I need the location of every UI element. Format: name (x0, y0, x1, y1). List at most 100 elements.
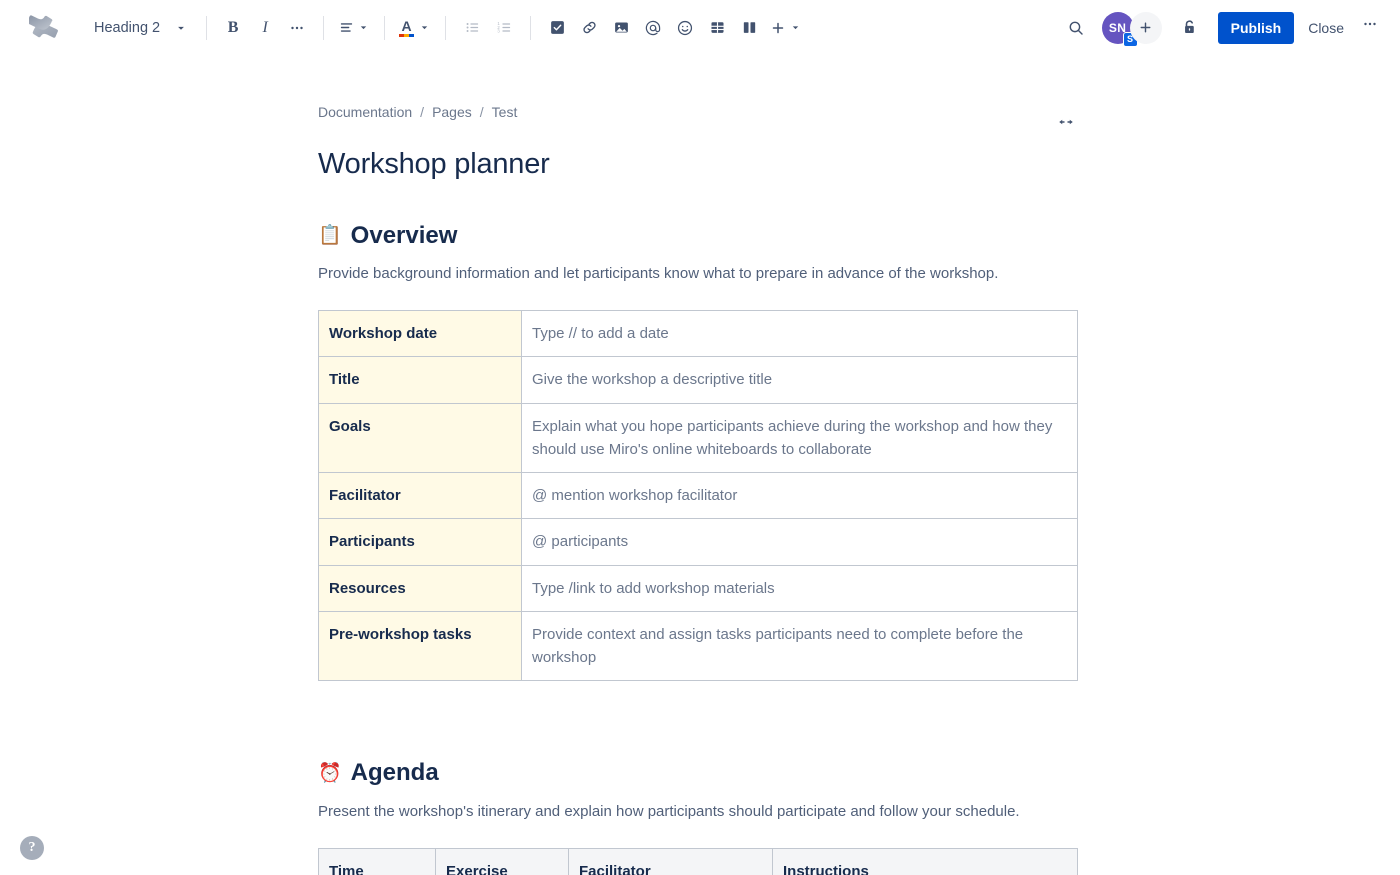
column-header-exercise[interactable]: Exercise (435, 847, 569, 875)
text-color-label: A (401, 17, 412, 34)
toolbar-divider (384, 15, 386, 40)
text-color-button[interactable]: A (395, 12, 435, 44)
restrictions-button[interactable] (1174, 12, 1206, 44)
overview-table[interactable]: Workshop date Type // to add a date Titl… (318, 310, 1078, 682)
chevron-down-icon (357, 21, 370, 34)
emoji-button[interactable] (669, 12, 701, 44)
clipboard-emoji-icon: 📋 (318, 225, 342, 247)
bullet-list-icon (466, 22, 478, 33)
table-row[interactable]: Goals Explain what you hope participants… (318, 402, 1078, 474)
bullet-list-button[interactable] (456, 12, 488, 44)
table-cell-value[interactable]: @ participants (521, 518, 1078, 566)
help-button[interactable]: ? (20, 836, 44, 860)
text-align-icon (340, 23, 353, 32)
column-header-instructions[interactable]: Instructions (772, 847, 1078, 875)
more-formatting-button[interactable] (281, 12, 313, 44)
text-style-label: Heading 2 (94, 19, 161, 36)
section-heading-agenda: ⏰ Agenda (318, 759, 1078, 787)
page-title[interactable]: Workshop planner (318, 147, 1078, 182)
add-collaborator-button[interactable] (1129, 11, 1162, 44)
table-cell-key[interactable]: Facilitator (318, 472, 522, 520)
table-row[interactable]: Title Give the workshop a descriptive ti… (318, 356, 1078, 404)
page-content: Documentation / Pages / Test Workshop pl… (318, 56, 1078, 875)
unlocked-padlock-icon (1185, 20, 1194, 34)
table-cell-key[interactable]: Workshop date (318, 310, 522, 358)
chevron-down-icon (174, 21, 188, 35)
more-actions-button[interactable] (1354, 12, 1386, 44)
table-cell-value[interactable]: Type // to add a date (521, 310, 1078, 358)
mention-button[interactable] (637, 12, 669, 44)
agenda-table-head: Time Exercise Facilitator Instructions (318, 847, 1078, 875)
link-icon (583, 21, 596, 34)
search-button[interactable] (1060, 12, 1092, 44)
toolbar-divider (445, 15, 447, 40)
toolbar-divider (323, 15, 325, 40)
task-list-button[interactable] (541, 12, 573, 44)
overview-description: Provide background information and let p… (318, 265, 999, 283)
table-row[interactable]: Resources Type /link to add workshop mat… (318, 564, 1078, 612)
breadcrumb-separator: / (479, 104, 484, 120)
section-heading-label: Overview (350, 221, 458, 249)
section-heading-label: Agenda (350, 759, 439, 787)
breadcrumb-item-documentation[interactable]: Documentation (318, 104, 412, 120)
italic-button[interactable]: I (249, 12, 281, 44)
table-cell-value[interactable]: Provide context and assign tasks partici… (521, 610, 1078, 682)
table-row[interactable]: Pre-workshop tasks Provide context and a… (318, 610, 1078, 682)
svg-text:3: 3 (497, 29, 500, 34)
text-style-dropdown[interactable]: Heading 2 (86, 12, 196, 44)
link-button[interactable] (573, 12, 605, 44)
table-row[interactable]: Participants @ participants (318, 518, 1078, 566)
numbered-list-icon: 1 2 3 (497, 21, 510, 34)
ellipsis-icon (1364, 22, 1376, 25)
numbered-list-button[interactable]: 1 2 3 (488, 12, 520, 44)
table-cell-key[interactable]: Pre-workshop tasks (318, 610, 522, 682)
image-icon (614, 22, 628, 33)
toolbar-divider (206, 15, 208, 40)
table-cell-value[interactable]: Explain what you hope participants achie… (521, 402, 1078, 474)
editor-toolbar: Heading 2 B I A 1 2 3 SN S Publish Close (0, 0, 1400, 56)
search-icon (1069, 21, 1083, 35)
table-cell-value[interactable]: Give the workshop a descriptive title (521, 356, 1078, 404)
table-cell-key[interactable]: Goals (318, 402, 522, 474)
overview-table-body: Workshop date Type // to add a date Titl… (318, 310, 1078, 682)
column-header-facilitator[interactable]: Facilitator (568, 847, 773, 875)
bold-button[interactable]: B (217, 12, 249, 44)
publish-button[interactable]: Publish (1217, 11, 1295, 44)
table-row[interactable]: Facilitator @ mention workshop facilitat… (318, 472, 1078, 520)
page-layout-button[interactable] (733, 12, 765, 44)
italic-label: I (262, 18, 268, 36)
table-cell-value[interactable]: @ mention workshop facilitator (521, 472, 1078, 520)
breadcrumb-separator: / (420, 104, 425, 120)
left-right-arrows-icon (1059, 119, 1073, 125)
mention-at-icon (645, 20, 661, 35)
table-icon (711, 22, 724, 33)
breadcrumb-item-test[interactable]: Test (492, 104, 518, 120)
color-swatch-bar (399, 33, 415, 37)
breadcrumb: Documentation / Pages / Test (318, 56, 1078, 120)
table-cell-key[interactable]: Title (318, 356, 522, 404)
breadcrumb-item-pages[interactable]: Pages (432, 104, 472, 120)
table-cell-key[interactable]: Participants (318, 518, 522, 566)
bold-label: B (227, 18, 239, 36)
table-cell-key[interactable]: Resources (318, 564, 522, 612)
image-button[interactable] (605, 12, 637, 44)
insert-more-button[interactable] (765, 12, 806, 44)
column-header-time[interactable]: Time (318, 847, 436, 875)
table-header-row[interactable]: Time Exercise Facilitator Instructions (318, 847, 1078, 875)
confluence-logo-icon[interactable] (28, 12, 60, 44)
emoji-smiley-icon (678, 20, 693, 35)
avatar[interactable]: SN S (1101, 11, 1138, 47)
agenda-table[interactable]: Time Exercise Facilitator Instructions (318, 847, 1078, 875)
table-row[interactable]: Workshop date Type // to add a date (318, 310, 1078, 358)
page-width-toggle-button[interactable] (1054, 112, 1078, 132)
close-button[interactable]: Close (1298, 12, 1354, 44)
chevron-down-icon (418, 21, 431, 34)
page-canvas: Documentation / Pages / Test Workshop pl… (0, 56, 1400, 875)
chevron-down-icon (789, 21, 802, 34)
table-cell-value[interactable]: Type /link to add workshop materials (521, 564, 1078, 612)
plus-icon (1140, 22, 1151, 33)
text-align-button[interactable] (334, 12, 374, 44)
table-button[interactable] (701, 12, 733, 44)
alarm-clock-emoji-icon: ⏰ (318, 762, 342, 784)
page-layout-icon (743, 22, 755, 33)
